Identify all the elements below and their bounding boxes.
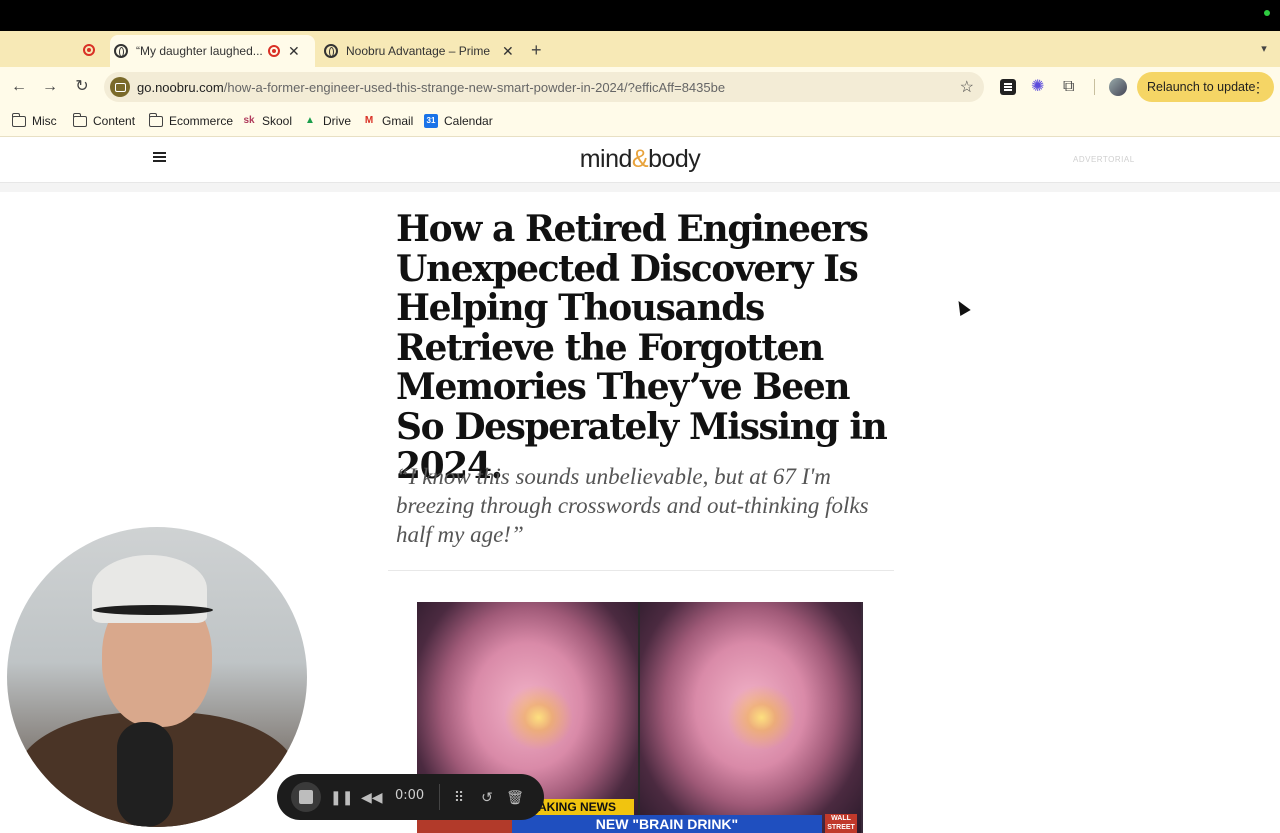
- noobru-favicon-icon: [324, 44, 338, 58]
- restart-icon[interactable]: ↺: [477, 787, 497, 807]
- status-dot: [1264, 10, 1270, 16]
- bookmark-skool[interactable]: sk Skool: [242, 114, 292, 128]
- presenter-cap-brim: [93, 605, 213, 615]
- pause-icon[interactable]: ❚❚: [330, 787, 353, 807]
- bookmark-calendar[interactable]: 31 Calendar: [424, 114, 493, 128]
- microphone: [117, 722, 173, 827]
- tab-label: Noobru Advantage – Prime M: [346, 44, 494, 58]
- bookmark-star-icon[interactable]: ☆: [960, 77, 974, 97]
- brain-scan-image-right: [640, 602, 861, 833]
- logo-text-body: body: [648, 145, 701, 173]
- back-arrow-icon[interactable]: ←: [9, 77, 29, 97]
- extension-gear-icon[interactable]: ✺: [1031, 79, 1047, 95]
- delete-trash-icon[interactable]: 🗑: [505, 787, 525, 807]
- bookmark-drive[interactable]: ▲ Drive: [303, 114, 351, 128]
- tab-recording-icon: [268, 45, 280, 57]
- reload-icon[interactable]: ↻: [72, 77, 92, 97]
- article-headline: How a Retired Engineers Unexpected Disco…: [396, 208, 888, 487]
- bookmarks-bar: Misc Content Ecommerce sk Skool ▲ Drive MG…: [0, 107, 1280, 137]
- news-ticker-headline: NEW "BRAIN DRINK": [512, 815, 822, 833]
- bookmark-label: Drive: [323, 114, 352, 128]
- noobru-favicon-icon: [114, 44, 128, 58]
- network-logo: WALL STREET WEEK: [825, 814, 857, 833]
- more-menu-icon[interactable]: ⋮: [1251, 72, 1265, 102]
- tab-noobru-advantage[interactable]: Noobru Advantage – Prime M ✕: [320, 35, 520, 67]
- google-drive-icon: ▲: [305, 115, 315, 126]
- bookmark-ecommerce[interactable]: Ecommerce: [148, 112, 234, 128]
- bookmark-label: Skool: [262, 114, 293, 128]
- bookmark-label: Gmail: [382, 114, 414, 128]
- toolbar-divider: [1094, 79, 1095, 95]
- system-top-bar: [0, 0, 1280, 31]
- tab-active[interactable]: “My daughter laughed... ✕: [110, 35, 315, 67]
- bookmark-label: Content: [93, 114, 136, 128]
- url-path: /how-a-former-engineer-used-this-strange…: [223, 80, 726, 95]
- bookmark-label: Misc: [32, 114, 57, 128]
- folder-icon: [148, 112, 163, 127]
- extension-notes-icon[interactable]: [1000, 79, 1016, 95]
- bookmark-label: Calendar: [444, 114, 493, 128]
- header-divider: [0, 183, 1280, 192]
- site-header: mind&body ADVERTORIAL: [0, 137, 1280, 183]
- drag-handle-icon[interactable]: ⠿: [449, 787, 469, 807]
- url-text[interactable]: go.noobru.com/how-a-former-engineer-used…: [137, 80, 725, 95]
- stop-recording-button[interactable]: [291, 782, 321, 812]
- advertorial-label: ADVERTORIAL: [1073, 155, 1135, 164]
- relaunch-label: Relaunch to update: [1147, 80, 1256, 94]
- webcam-overlay[interactable]: [7, 527, 307, 827]
- breaking-news-banner: AKING NEWS: [534, 799, 634, 815]
- recording-indicator-icon: [83, 44, 95, 56]
- recorder-divider: [439, 784, 440, 810]
- browser-toolbar: ← → ↻ go.noobru.com/how-a-former-enginee…: [0, 67, 1280, 107]
- recording-controls: ❚❚ ◀◀ 0:00 ⠿ ↺ 🗑: [277, 774, 544, 820]
- new-tab-icon[interactable]: +: [531, 40, 542, 61]
- tab-strip: “My daughter laughed... ✕ Noobru Advanta…: [0, 31, 1280, 67]
- relaunch-to-update-button[interactable]: Relaunch to update ⋮: [1137, 72, 1274, 102]
- skool-icon: sk: [243, 115, 255, 126]
- recording-timer: 0:00: [395, 788, 425, 803]
- mouse-cursor-icon: [953, 297, 971, 317]
- close-tab-icon[interactable]: ✕: [502, 43, 514, 60]
- bookmark-misc[interactable]: Misc: [11, 112, 57, 128]
- logo-text-mind: mind: [579, 145, 633, 173]
- bookmark-label: Ecommerce: [169, 114, 234, 128]
- bookmark-content[interactable]: Content: [72, 112, 136, 128]
- folder-icon: [72, 112, 87, 127]
- rewind-icon[interactable]: ◀◀: [361, 787, 383, 807]
- forward-arrow-icon[interactable]: →: [40, 77, 60, 97]
- folder-icon: [11, 112, 26, 127]
- site-info-icon[interactable]: [110, 77, 130, 97]
- tab-search-chevron-icon[interactable]: ▾: [1255, 40, 1273, 58]
- url-host: go.noobru.com: [137, 80, 224, 95]
- gmail-icon: M: [364, 115, 374, 126]
- extensions-puzzle-icon[interactable]: ⧉: [1063, 79, 1079, 95]
- logo-ampersand: &: [631, 145, 649, 173]
- article-subheadline: “I know this sounds unbelievable, but at…: [396, 464, 869, 547]
- tab-label: “My daughter laughed...: [136, 44, 262, 58]
- article-divider: [388, 570, 894, 571]
- calendar-icon: 31: [424, 114, 438, 128]
- address-bar[interactable]: go.noobru.com/how-a-former-engineer-used…: [104, 72, 984, 102]
- close-tab-icon[interactable]: ✕: [288, 43, 300, 60]
- bookmark-gmail[interactable]: M Gmail: [362, 114, 414, 128]
- profile-avatar[interactable]: [1109, 78, 1127, 96]
